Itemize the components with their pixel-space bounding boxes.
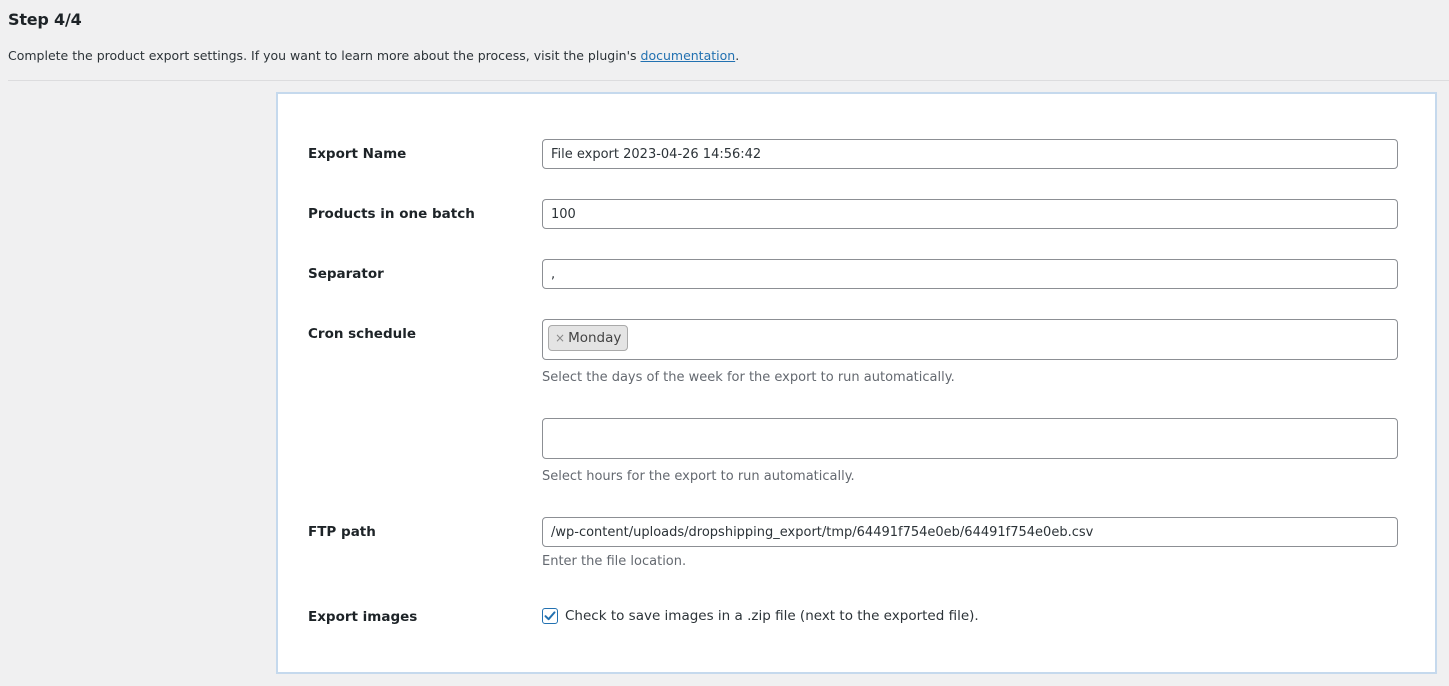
checkmark-icon [544,611,556,621]
documentation-link[interactable]: documentation [641,48,736,63]
ftp-path-input[interactable] [542,517,1398,547]
batch-label: Products in one batch [308,206,475,222]
batch-size-input[interactable] [542,199,1398,229]
separator-input[interactable] [542,259,1398,289]
export-name-input[interactable] [542,139,1398,169]
intro-text-body: Complete the product export settings. If… [8,48,641,63]
export-images-checkbox[interactable] [542,608,558,624]
export-name-label: Export Name [308,146,407,162]
ftp-path-label: FTP path [308,524,376,540]
export-settings-panel: Export Name Products in one batch Separa… [276,92,1437,674]
cron-hours-help: Select hours for the export to run autom… [542,469,855,484]
cron-days-select[interactable]: × Monday [542,319,1398,360]
export-images-check-label[interactable]: Check to save images in a .zip file (nex… [565,608,979,624]
cron-schedule-label: Cron schedule [308,326,417,342]
header-divider [8,80,1449,81]
day-tag-label: Monday [568,330,622,346]
page-title: Step 4/4 [8,10,82,29]
cron-days-help: Select the days of the week for the expo… [542,370,955,385]
intro-text: Complete the product export settings. If… [8,48,739,63]
ftp-path-help: Enter the file location. [542,554,687,569]
separator-label: Separator [308,266,384,282]
remove-tag-icon[interactable]: × [555,331,565,345]
day-tag-monday: × Monday [548,325,629,351]
intro-text-end: . [735,48,740,63]
cron-hours-select[interactable] [542,418,1398,459]
export-images-label: Export images [308,609,418,625]
